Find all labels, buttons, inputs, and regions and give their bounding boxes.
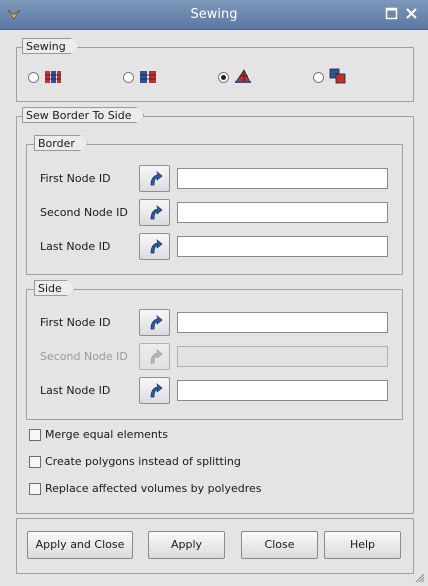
merge-equal-label[interactable]: Merge equal elements [45, 428, 168, 441]
select-arrow-icon [150, 238, 163, 254]
side-first-node-input[interactable] [177, 312, 388, 333]
border-second-node-input[interactable] [177, 202, 388, 223]
select-arrow-icon [150, 170, 163, 186]
sew-conform-borders-icon [140, 71, 156, 83]
window-title: Sewing [190, 7, 238, 22]
replace-volumes-checkbox[interactable] [29, 483, 41, 495]
title-bar[interactable]: Sewing [0, 0, 428, 30]
create-polygons-checkbox[interactable] [29, 456, 41, 468]
border-last-node-select-button[interactable] [139, 233, 170, 260]
close-button[interactable]: Close [241, 531, 318, 559]
side-second-node-input [177, 346, 388, 367]
radio-conform-borders[interactable] [123, 72, 134, 83]
sew-side-elements-icon [329, 68, 346, 84]
border-second-node-label: Second Node ID [40, 206, 128, 219]
side-last-node-label: Last Node ID [40, 384, 111, 397]
sewing-group-label: Sewing [22, 38, 79, 54]
border-first-node-label: First Node ID [40, 172, 111, 185]
merge-equal-checkbox[interactable] [29, 429, 41, 441]
maximize-icon[interactable] [385, 7, 398, 20]
select-arrow-icon [150, 204, 163, 220]
side-first-node-select-button[interactable] [139, 309, 170, 336]
help-button[interactable]: Help [324, 531, 401, 559]
sew-border-to-side-label: Sew Border To Side [22, 107, 144, 123]
create-polygons-label[interactable]: Create polygons instead of splitting [45, 455, 241, 468]
side-last-node-select-button[interactable] [139, 377, 170, 404]
apply-button[interactable]: Apply [148, 531, 225, 559]
sewing-group [16, 47, 414, 102]
side-last-node-input[interactable] [177, 380, 388, 401]
apply-and-close-button[interactable]: Apply and Close [27, 531, 133, 559]
sew-border-to-side-icon [235, 69, 251, 83]
select-arrow-icon [150, 348, 163, 364]
close-window-icon[interactable] [405, 7, 418, 20]
side-group-label: Side [34, 280, 75, 296]
border-first-node-input[interactable] [177, 168, 388, 189]
resize-grip-icon[interactable] [415, 573, 425, 583]
side-second-node-select-button [139, 343, 170, 370]
sew-free-borders-icon [45, 71, 61, 83]
radio-side-elements[interactable] [313, 72, 324, 83]
border-last-node-label: Last Node ID [40, 240, 111, 253]
border-last-node-input[interactable] [177, 236, 388, 257]
side-first-node-label: First Node ID [40, 316, 111, 329]
replace-volumes-label[interactable]: Replace affected volumes by polyedres [45, 482, 261, 495]
border-second-node-select-button[interactable] [139, 199, 170, 226]
side-second-node-label: Second Node ID [40, 350, 128, 363]
radio-border-to-side[interactable] [218, 72, 229, 83]
select-arrow-icon [150, 382, 163, 398]
radio-free-borders[interactable] [28, 72, 39, 83]
border-first-node-select-button[interactable] [139, 165, 170, 192]
select-arrow-icon [150, 314, 163, 330]
border-group-label: Border [34, 135, 88, 151]
